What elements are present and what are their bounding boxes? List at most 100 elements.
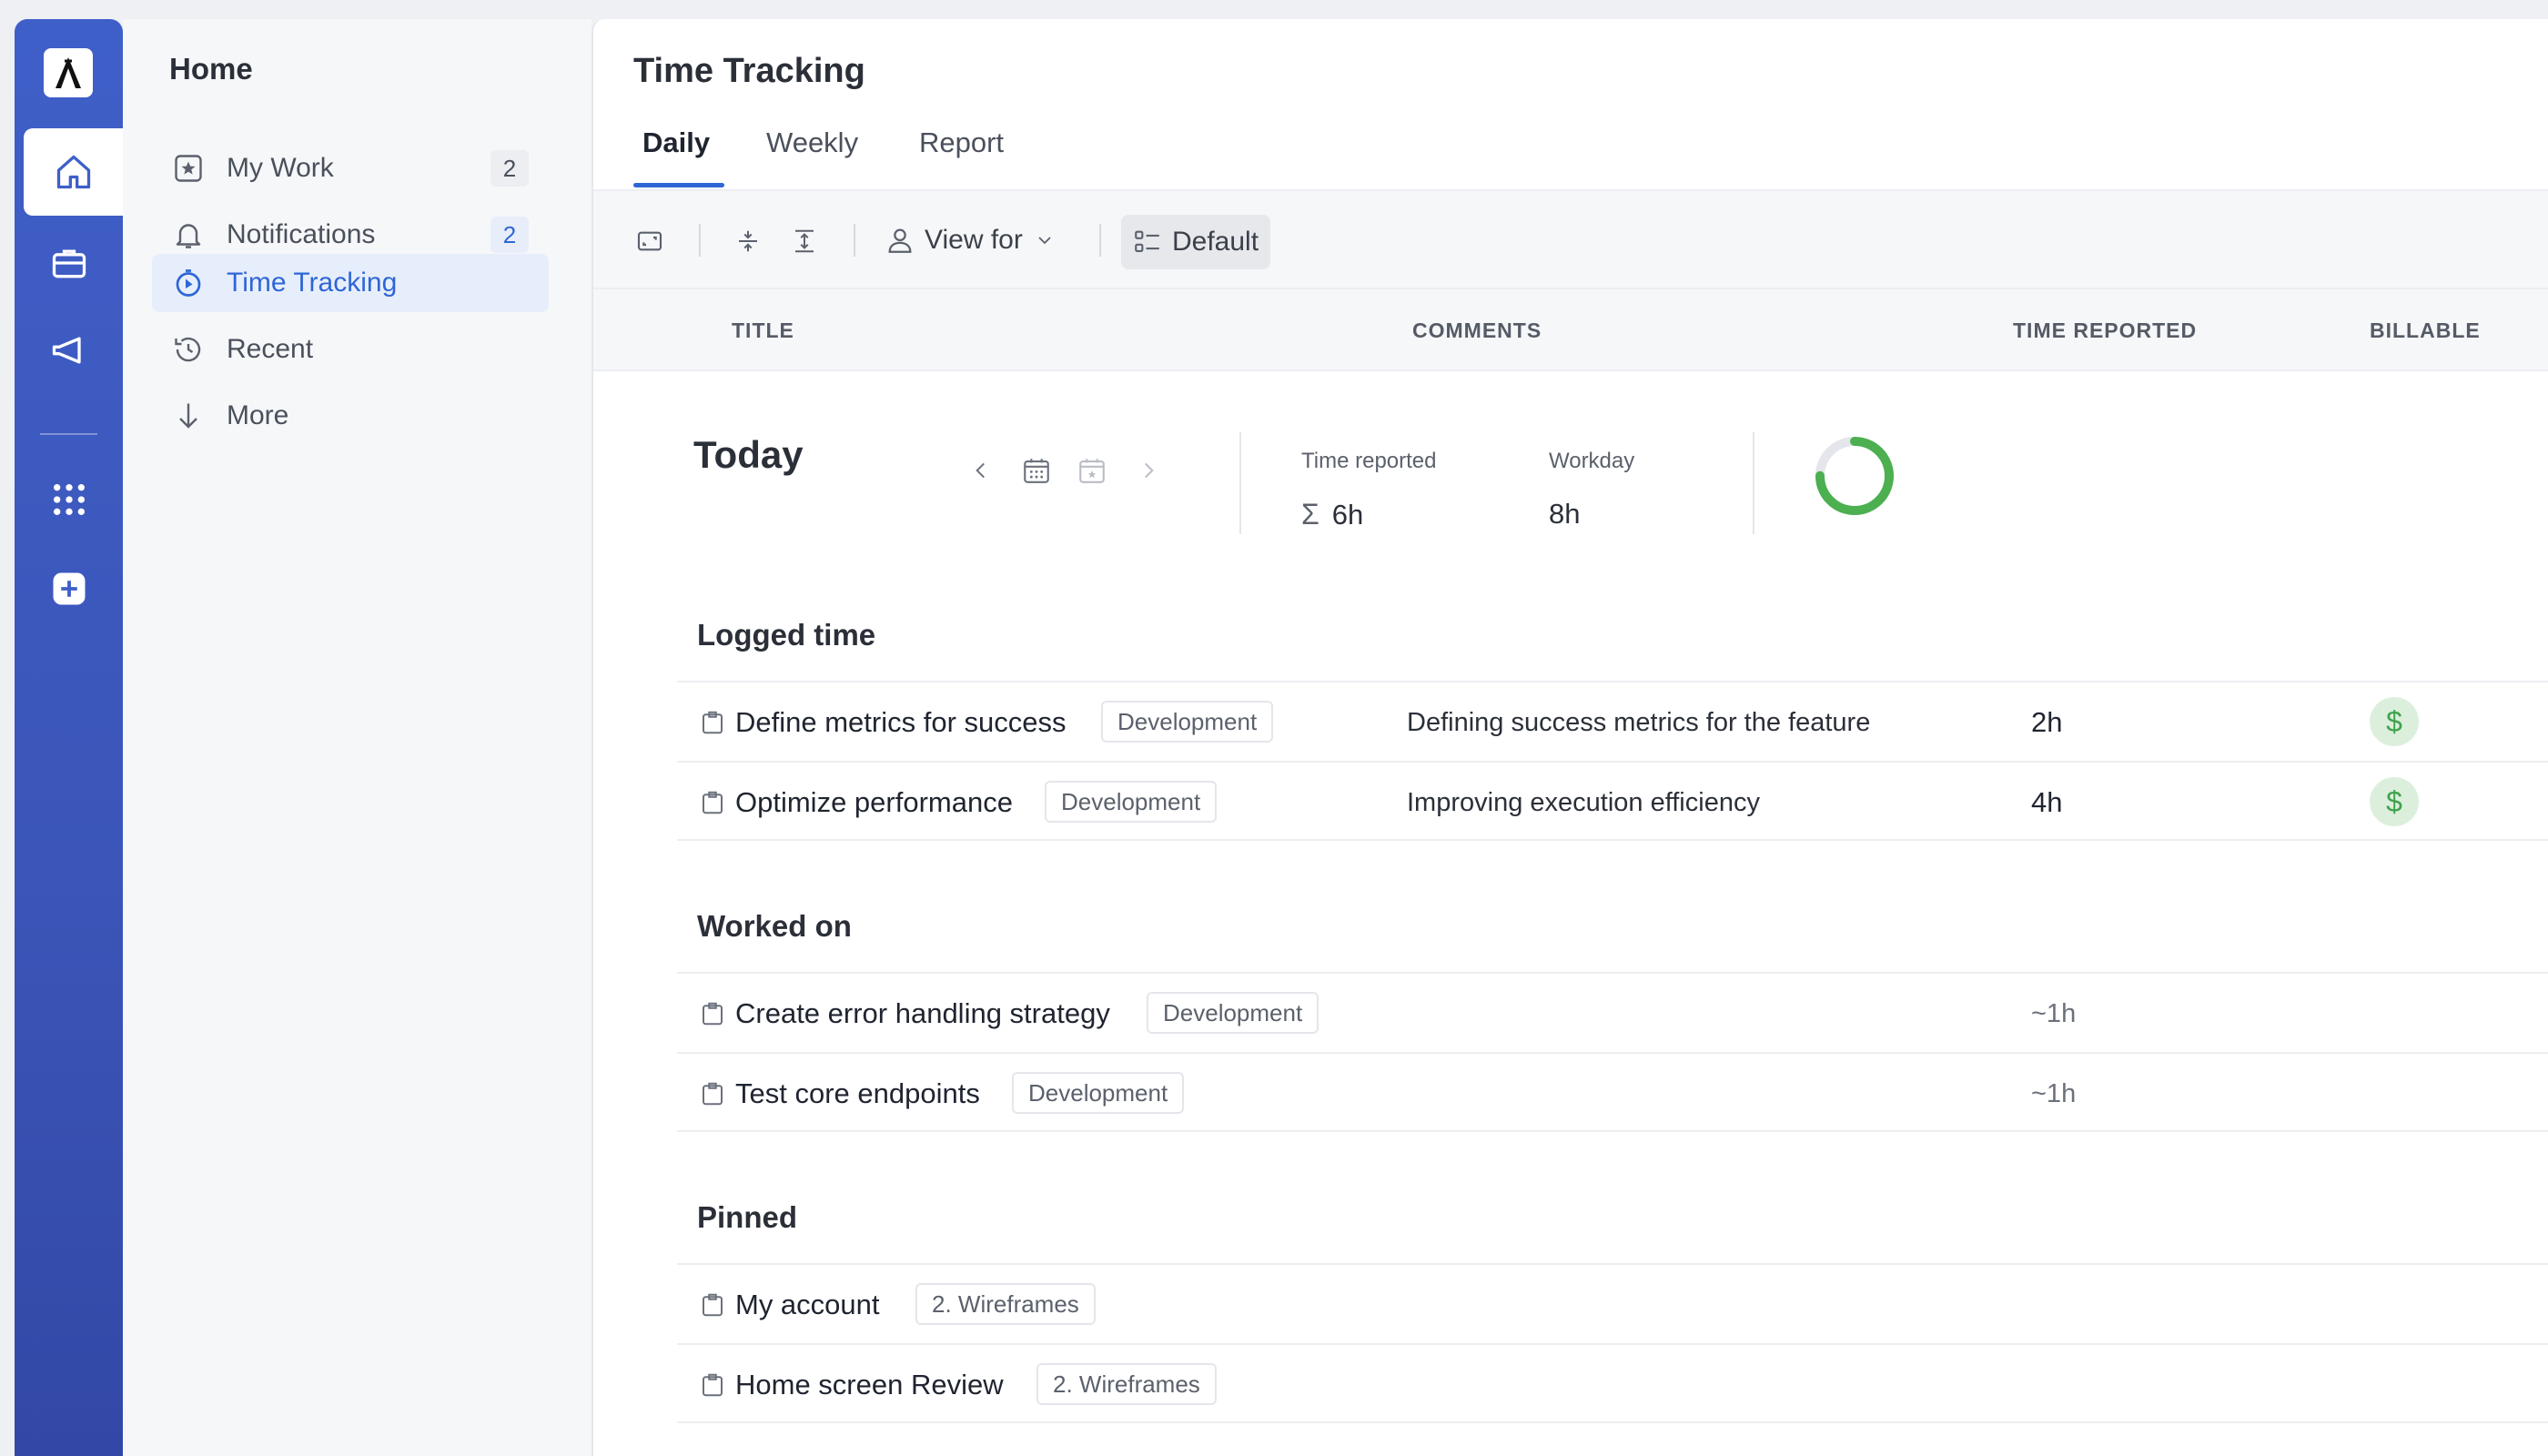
rail-announcements[interactable]: [24, 307, 114, 394]
section-pinned: Pinned: [697, 1200, 798, 1234]
default-view-label: Default: [1172, 227, 1259, 257]
toolbar-divider: [854, 224, 855, 257]
billable-dollar-icon[interactable]: $: [2370, 777, 2419, 826]
count-badge: 2: [490, 150, 529, 187]
tab-report[interactable]: Report: [919, 126, 1004, 159]
table-row[interactable]: Define metrics for success Development D…: [677, 681, 2548, 761]
summary-divider: [1753, 432, 1754, 534]
section-worked-on: Worked on: [697, 909, 852, 943]
logo-icon: [56, 57, 81, 88]
row-title[interactable]: Optimize performance: [735, 786, 1013, 819]
table-row[interactable]: My account 2. Wireframes: [677, 1263, 2548, 1343]
table-row[interactable]: Optimize performance Development Improvi…: [677, 761, 2548, 841]
tab-daily[interactable]: Daily: [642, 126, 710, 159]
default-view-button[interactable]: Default: [1121, 215, 1270, 269]
day-label: Today: [693, 433, 804, 476]
home-icon: [56, 155, 90, 189]
sidebar-item-label: Notifications: [227, 219, 376, 249]
chevron-down-icon: [1038, 237, 1051, 245]
section-logged-time: Logged time: [697, 618, 876, 652]
column-billable[interactable]: BILLABLE: [2370, 318, 2481, 343]
table-row[interactable]: Create error handling strategy Developme…: [677, 972, 2548, 1052]
project-tag[interactable]: Development: [1101, 701, 1274, 743]
chevron-right-icon[interactable]: [1132, 454, 1165, 487]
workday-progress-ring: [1815, 437, 1894, 515]
row-title[interactable]: Create error handling strategy: [735, 997, 1110, 1030]
table-row[interactable]: Test core endpoints Development ~1h: [677, 1052, 2548, 1132]
collapse-all-icon[interactable]: [732, 225, 764, 258]
project-tag[interactable]: 2. Wireframes: [915, 1283, 1096, 1325]
view-for-dropdown[interactable]: View for: [885, 218, 1056, 262]
column-title[interactable]: TITLE: [732, 318, 794, 343]
plus-square-icon: [53, 572, 85, 605]
sigma-icon: Σ: [1301, 498, 1320, 531]
sidebar-item-recent[interactable]: Recent: [152, 320, 549, 379]
row-time: ~1h: [2031, 999, 2077, 1028]
chevron-left-icon[interactable]: [965, 454, 997, 487]
active-tab-indicator: [633, 183, 724, 187]
rail-apps[interactable]: [24, 456, 114, 543]
sidebar-item-label: My Work: [227, 153, 334, 183]
project-tag[interactable]: Development: [1012, 1072, 1185, 1114]
column-time-reported[interactable]: TIME REPORTED: [2013, 318, 2197, 343]
row-time: 2h: [2031, 706, 2063, 738]
workday-value: 8h: [1549, 498, 1581, 530]
tab-weekly[interactable]: Weekly: [766, 126, 858, 159]
clipboard-icon: [703, 1002, 723, 1026]
calendar-today-icon[interactable]: [1076, 454, 1108, 487]
app-rail: [15, 19, 123, 1456]
sidebar-item-label: More: [227, 400, 289, 430]
page-title: Time Tracking: [633, 52, 865, 90]
time-reported-label: Time reported: [1301, 449, 1437, 473]
megaphone-icon: [52, 337, 81, 364]
billable-dollar-icon[interactable]: $: [2370, 697, 2419, 746]
rail-projects[interactable]: [24, 219, 114, 307]
sidebar-item-time-tracking[interactable]: Time Tracking: [152, 254, 549, 312]
clipboard-icon: [703, 1373, 723, 1397]
time-reported-stat: Σ 6h: [1301, 498, 1363, 531]
rail-home[interactable]: [24, 128, 123, 216]
expand-all-icon[interactable]: [788, 225, 821, 258]
app-logo[interactable]: [44, 48, 93, 97]
clipboard-icon: [703, 711, 723, 734]
row-comment: Defining success metrics for the feature: [1407, 708, 1871, 737]
sidebar-item-my-work[interactable]: My Work 2: [152, 139, 549, 197]
toolbar-divider: [699, 224, 701, 257]
clipboard-icon: [703, 1293, 723, 1317]
row-time: 4h: [2031, 786, 2063, 818]
sidebar-item-label: Time Tracking: [227, 268, 398, 298]
home-sidebar: Home My Work 2 Notifications 2 Time Trac…: [123, 19, 592, 1456]
briefcase-icon: [52, 249, 86, 278]
row-title[interactable]: Define metrics for success: [735, 706, 1067, 739]
row-title[interactable]: My account: [735, 1289, 880, 1321]
bell-icon: [170, 217, 207, 253]
list-view-icon: [1135, 230, 1159, 252]
calendar-icon[interactable]: [1020, 454, 1053, 487]
row-title[interactable]: Test core endpoints: [735, 1077, 980, 1110]
row-title[interactable]: Home screen Review: [735, 1369, 1004, 1401]
stopwatch-icon: [170, 265, 207, 301]
project-tag[interactable]: Development: [1045, 781, 1218, 823]
expand-icon[interactable]: [633, 225, 666, 258]
view-for-label: View for: [925, 225, 1023, 255]
main-panel: Time Tracking Daily Weekly Report View f…: [592, 19, 2548, 1456]
workday-label: Workday: [1549, 449, 1635, 473]
row-time: ~1h: [2031, 1079, 2077, 1108]
arrow-down-icon: [170, 398, 207, 434]
table-row[interactable]: Home screen Review 2. Wireframes: [677, 1343, 2548, 1423]
rail-divider: [40, 433, 97, 435]
star-square-icon: [170, 150, 207, 187]
project-tag[interactable]: 2. Wireframes: [1036, 1363, 1217, 1405]
clipboard-icon: [703, 1082, 723, 1106]
sidebar-item-more[interactable]: More: [152, 387, 549, 445]
column-comments[interactable]: COMMENTS: [1412, 318, 1542, 343]
project-tag[interactable]: Development: [1147, 992, 1320, 1034]
row-comment: Improving execution efficiency: [1407, 788, 1760, 817]
sidebar-item-label: Recent: [227, 334, 314, 364]
grid-dots-icon: [53, 484, 85, 515]
history-icon: [170, 331, 207, 368]
sidebar-title: Home: [169, 52, 253, 86]
rail-add[interactable]: [24, 545, 114, 632]
toolbar-divider: [1099, 224, 1101, 257]
table-header: TITLE COMMENTS TIME REPORTED BILLABLE: [593, 289, 2548, 371]
